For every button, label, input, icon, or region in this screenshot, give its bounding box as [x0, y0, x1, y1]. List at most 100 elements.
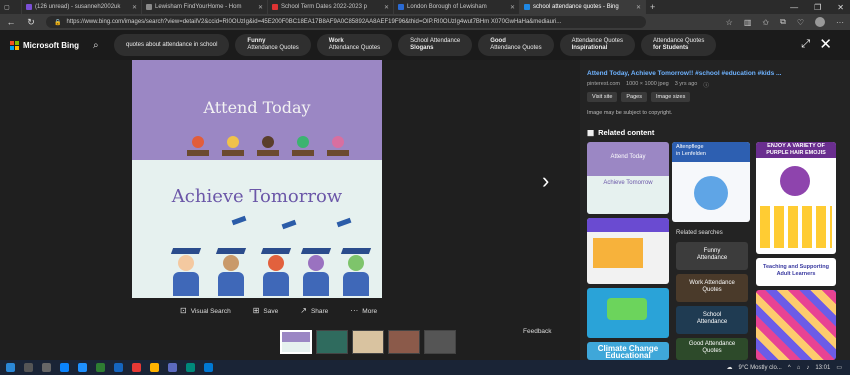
close-viewer-icon[interactable]: ✕ [819, 35, 832, 53]
image-bottom-panel: Achieve Tomorrow [132, 160, 382, 298]
favorite-star-icon[interactable]: ☆ [726, 18, 733, 27]
thumbnail[interactable] [352, 330, 384, 354]
store-icon[interactable] [204, 363, 213, 372]
more-icon: ··· [350, 306, 359, 315]
action-label: Share [310, 308, 329, 315]
search-icon[interactable] [24, 363, 33, 372]
related-image-card[interactable] [587, 218, 669, 284]
tab-lewisham-borough[interactable]: London Borough of Lewisham ✕ [394, 0, 520, 14]
favorites-icon[interactable]: ✩ [762, 18, 769, 27]
edge-icon[interactable] [60, 363, 69, 372]
share-button[interactable]: ↗ Share [300, 306, 328, 315]
image-text-bottom: Achieve Tomorrow [171, 186, 343, 207]
chip-students[interactable]: Attendance Quotes for Students [640, 34, 717, 56]
student-figure [192, 136, 204, 148]
related-search-chips: quotes about attendance in school Funny A… [114, 34, 717, 56]
card-text: School [702, 312, 722, 318]
related-image-card[interactable] [587, 288, 669, 338]
expand-icon[interactable]: ⤢ [801, 38, 810, 51]
related-search-card[interactable]: Good Attendance Quotes [676, 338, 748, 360]
collections-icon[interactable]: ⧉ [780, 17, 786, 27]
thumbnail[interactable] [388, 330, 420, 354]
tray-arrow-icon[interactable]: ^ [788, 365, 791, 371]
source-site[interactable]: pinterest.com [587, 81, 620, 89]
related-image-card[interactable]: Climate Change Educational [587, 342, 669, 360]
desk-figure [187, 150, 209, 156]
windows-start-icon[interactable] [6, 363, 15, 372]
image-age: 3 yrs ago [674, 81, 698, 87]
image-sizes-button[interactable]: Image sizes [651, 92, 691, 102]
bing-logo[interactable]: Microsoft Bing [10, 40, 79, 50]
visit-site-button[interactable]: Visit site [587, 92, 618, 102]
new-tab-button[interactable]: + [646, 0, 666, 14]
teams-icon[interactable] [168, 363, 177, 372]
thumbnail[interactable] [316, 330, 348, 354]
related-search-card[interactable]: School Attendance [676, 306, 748, 334]
chip-slogans[interactable]: School Attendance Slogans [398, 34, 473, 56]
image-title-link[interactable]: Attend Today, Achieve Tomorrow!! #school… [587, 70, 837, 77]
notifications-icon[interactable]: ▭ [836, 364, 842, 371]
tab-actions-button[interactable]: ▢ [0, 0, 22, 14]
image-top-panel: Attend Today [132, 60, 382, 160]
close-icon[interactable]: ✕ [258, 4, 263, 11]
url-field[interactable]: 🔒 https://www.bing.com/images/search?vie… [46, 16, 646, 28]
thumbnail[interactable] [424, 330, 456, 354]
excel-icon[interactable] [96, 363, 105, 372]
search-icon[interactable]: ⌕ [93, 40, 99, 51]
related-search-card[interactable]: Work Attendance Quotes [676, 274, 748, 302]
app-icon[interactable] [132, 363, 141, 372]
chip-sublabel: Inspirational [571, 45, 608, 51]
task-view-icon[interactable] [42, 363, 51, 372]
close-icon[interactable]: ✕ [132, 4, 137, 11]
chip-label: Funny [247, 38, 266, 44]
weather-text[interactable]: 9°C Mostly clo... [738, 365, 781, 371]
close-icon[interactable]: ✕ [636, 4, 641, 11]
close-icon[interactable]: ✕ [384, 4, 389, 11]
chip-good[interactable]: Good Attendance Quotes [478, 34, 554, 56]
tab-mail[interactable]: (126 unread) - susanneh2002uk ✕ [22, 0, 142, 14]
save-button[interactable]: ⊞ Save [253, 306, 279, 315]
main-image[interactable]: Attend Today Achieve Tomorrow [132, 60, 382, 298]
chip-inspirational[interactable]: Attendance Quotes Inspirational [559, 34, 635, 56]
close-window-icon[interactable]: ✕ [837, 3, 844, 12]
related-image-card[interactable]: Attend Today Achieve Tomorrow [587, 142, 669, 214]
app-icon[interactable] [186, 363, 195, 372]
related-title: Related content [598, 128, 655, 137]
related-image-card[interactable]: Teaching and Supporting Adult Learners [756, 258, 836, 286]
related-image-card[interactable]: Altenpflege in Lenfelden [672, 142, 750, 222]
browser-essentials-icon[interactable]: ♡ [797, 18, 804, 27]
clock[interactable]: 13:01 [815, 365, 830, 371]
menu-dots-icon[interactable]: ··· [836, 18, 844, 27]
profile-avatar[interactable] [815, 17, 825, 27]
outlook-icon[interactable] [78, 363, 87, 372]
desk-figure [292, 150, 314, 156]
tab-lewisham-home[interactable]: Lewisham FindYourHome - Hom ✕ [142, 0, 268, 14]
thumbnail[interactable] [280, 330, 312, 354]
refresh-icon[interactable]: ↻ [26, 17, 36, 28]
chip-funny[interactable]: Funny Attendance Quotes [235, 34, 311, 56]
feedback-link[interactable]: Feedback [523, 328, 552, 335]
tab-bing-search[interactable]: school attendance quotes - Bing ✕ [520, 0, 646, 14]
volume-icon[interactable]: ♪ [806, 365, 809, 371]
back-arrow-icon[interactable]: ← [6, 17, 16, 27]
more-button[interactable]: ··· More [350, 306, 377, 315]
visual-search-button[interactable]: ⊡ Visual Search [180, 306, 231, 315]
maximize-icon[interactable]: ❐ [814, 3, 821, 12]
card-text: Good Attendance [688, 341, 736, 347]
file-explorer-icon[interactable] [150, 363, 159, 372]
chip-search-query[interactable]: quotes about attendance in school [114, 34, 230, 56]
related-search-card[interactable]: Funny Attendance [676, 242, 748, 270]
next-image-arrow-icon[interactable]: › [542, 168, 549, 194]
tab-term-dates[interactable]: School Term Dates 2022-2023 p ✕ [268, 0, 394, 14]
info-icon[interactable]: ⓘ [703, 81, 709, 89]
chip-work[interactable]: Work Attendance Quotes [316, 34, 393, 56]
related-image-card[interactable]: ENJOY A VARIETY OF PURPLE HAIR EMOJIS [756, 142, 836, 254]
close-icon[interactable]: ✕ [510, 4, 515, 11]
minimize-icon[interactable]: — [790, 3, 798, 12]
related-image-card[interactable] [756, 290, 836, 360]
word-icon[interactable] [114, 363, 123, 372]
pages-button[interactable]: Pages [621, 92, 647, 102]
card-text: ENJOY A VARIETY OF [767, 143, 825, 149]
network-icon[interactable]: ⌂ [797, 365, 801, 371]
split-screen-icon[interactable]: ▥ [744, 18, 752, 27]
